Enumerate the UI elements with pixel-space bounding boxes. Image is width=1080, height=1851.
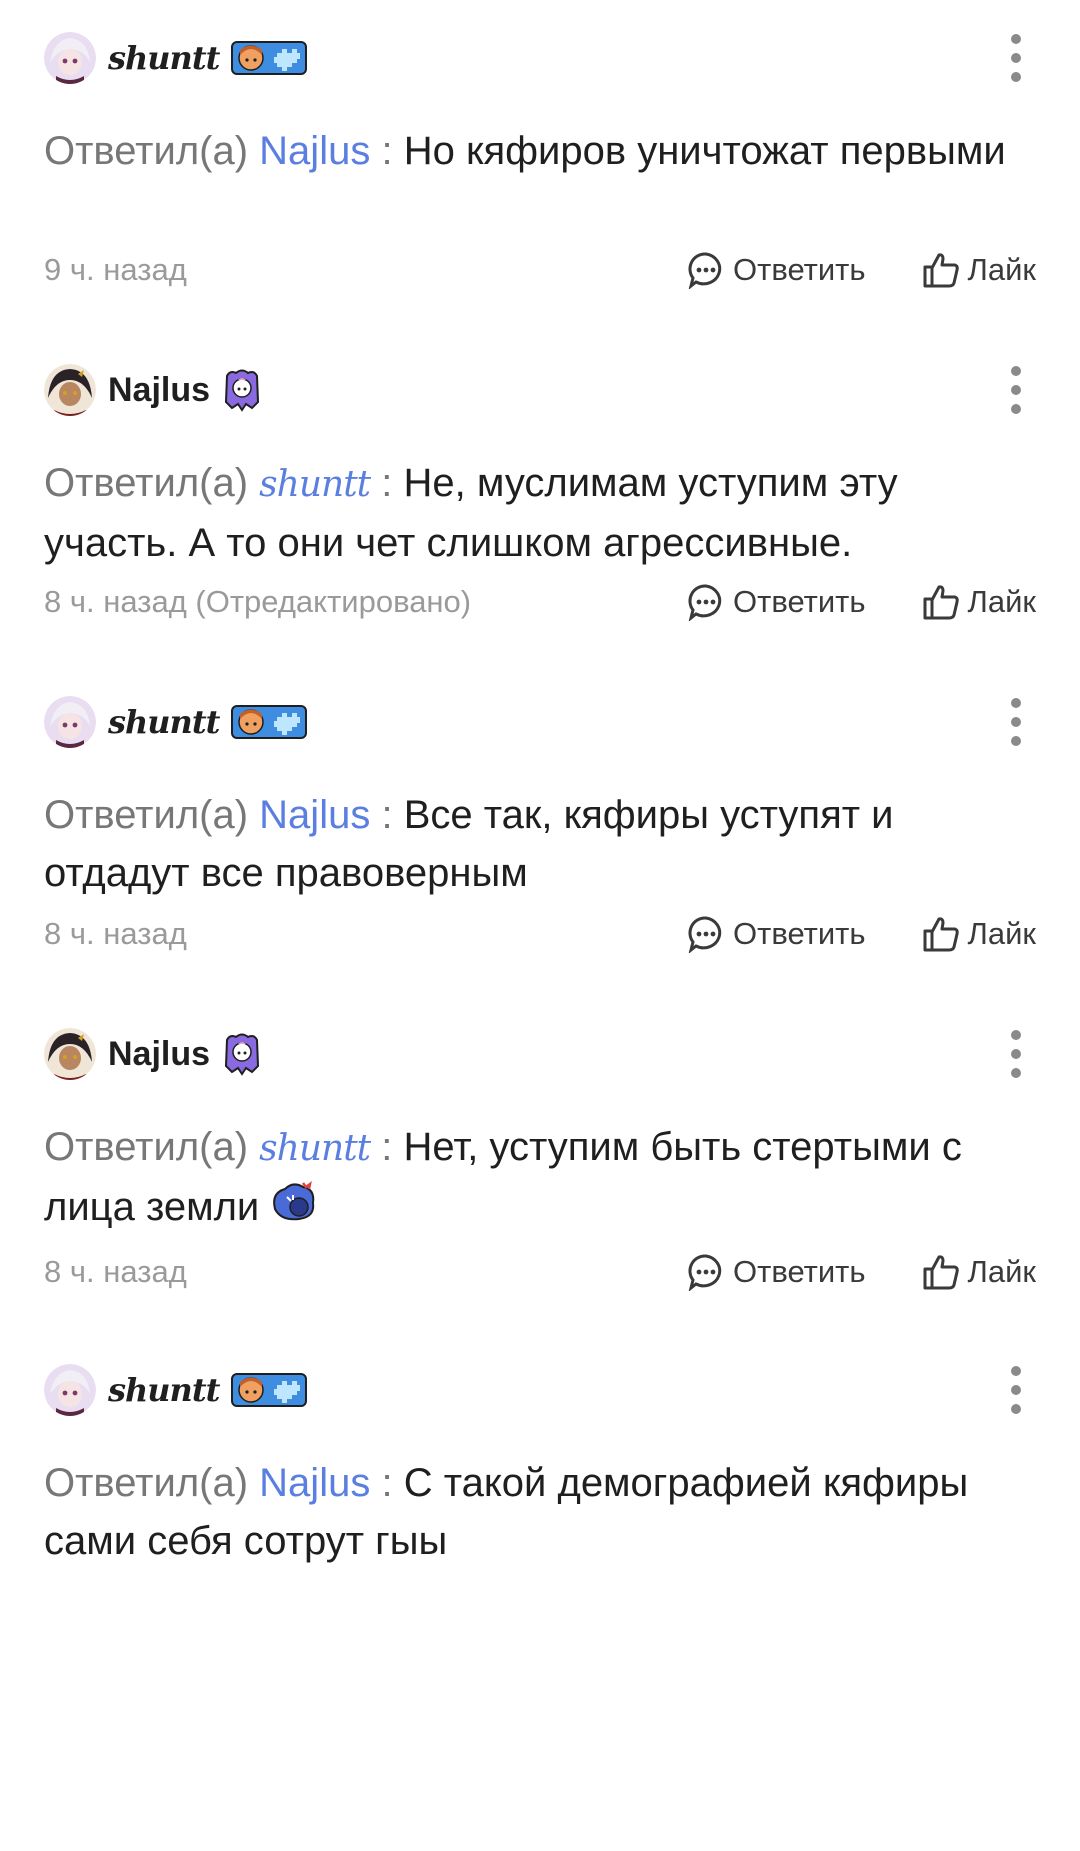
comment-footer: 8 ч. назад Ответить Лайк (44, 1242, 1036, 1302)
like-label: Лайк (967, 252, 1036, 287)
reply-prefix: Ответил(а) (44, 1125, 249, 1169)
like-button[interactable]: Лайк (922, 251, 1036, 289)
separator: : (381, 1461, 393, 1505)
comment-header: Najlus (44, 1024, 262, 1084)
mention-link[interactable]: shuntt (259, 1128, 371, 1169)
speech-bubble-icon (688, 1254, 722, 1291)
timestamp: 9 ч. назад (44, 252, 187, 287)
author-name[interactable]: Najlus (108, 371, 210, 410)
mention-link[interactable]: shuntt (259, 464, 371, 505)
author-name[interactable]: shuntt (108, 1371, 220, 1409)
profile-badge (222, 368, 262, 412)
author-name[interactable]: shuntt (108, 703, 220, 741)
comment-body: Ответил(а) Najlus : С такой демографией … (44, 1454, 1034, 1570)
avatar[interactable] (44, 1028, 96, 1080)
separator: : (381, 1125, 393, 1169)
reply-label: Ответить (733, 252, 866, 287)
avatar[interactable] (44, 696, 96, 748)
comment-text: Но кяфиров уничтожат первыми (403, 129, 1006, 173)
speech-bubble-icon (688, 916, 722, 953)
profile-badge (222, 1032, 262, 1076)
comment-header: shuntt (44, 692, 308, 752)
comment-footer: 8 ч. назад Ответить Лайк (44, 904, 1036, 964)
reply-prefix: Ответил(а) (44, 129, 249, 173)
comment-header: Najlus (44, 360, 262, 420)
timestamp: 8 ч. назад (44, 1254, 187, 1289)
speech-bubble-icon (688, 584, 722, 621)
author-name[interactable]: Najlus (108, 1035, 210, 1074)
comment-body: Ответил(а) shuntt : Не, муслимам уступим… (44, 454, 1034, 572)
like-button[interactable]: Лайк (922, 915, 1036, 953)
like-button[interactable]: Лайк (922, 583, 1036, 621)
reply-label: Ответить (733, 584, 866, 619)
reply-button[interactable]: Ответить (687, 583, 866, 621)
timestamp: 8 ч. назад (44, 916, 187, 951)
thumbs-up-icon (923, 585, 959, 620)
thumbs-up-icon (923, 253, 959, 288)
reply-prefix: Ответил(а) (44, 461, 249, 505)
timestamp: 8 ч. назад (Отредактировано) (44, 584, 472, 619)
more-options-icon[interactable] (996, 1030, 1036, 1078)
comment-body: Ответил(а) Najlus : Все так, кяфиры усту… (44, 786, 1034, 902)
more-options-icon[interactable] (996, 34, 1036, 82)
sticker-emoji-icon (269, 1179, 319, 1239)
comment-body: Ответил(а) shuntt : Нет, уступим быть ст… (44, 1118, 1034, 1239)
profile-badge (231, 1371, 308, 1409)
reply-label: Ответить (733, 1254, 866, 1289)
thumbs-up-icon (923, 1255, 959, 1290)
more-options-icon[interactable] (996, 366, 1036, 414)
more-options-icon[interactable] (996, 698, 1036, 746)
reply-button[interactable]: Ответить (687, 251, 866, 289)
separator: : (381, 461, 393, 505)
like-button[interactable]: Лайк (922, 1253, 1036, 1291)
reply-prefix: Ответил(а) (44, 793, 249, 837)
profile-badge (231, 703, 308, 741)
thumbs-up-icon (923, 917, 959, 952)
like-label: Лайк (967, 1254, 1036, 1289)
avatar[interactable] (44, 32, 96, 84)
mention-link[interactable]: Najlus (259, 1461, 370, 1505)
comment-footer: 8 ч. назад (Отредактировано) Ответить Ла… (44, 572, 1036, 632)
like-label: Лайк (967, 916, 1036, 951)
reply-button[interactable]: Ответить (687, 1253, 866, 1291)
comment-header: shuntt (44, 1360, 308, 1420)
author-name[interactable]: shuntt (108, 39, 220, 77)
speech-bubble-icon (688, 252, 722, 289)
like-label: Лайк (967, 584, 1036, 619)
separator: : (381, 129, 393, 173)
more-options-icon[interactable] (996, 1366, 1036, 1414)
profile-badge (231, 39, 308, 77)
separator: : (381, 793, 393, 837)
avatar[interactable] (44, 364, 96, 416)
reply-label: Ответить (733, 916, 866, 951)
comment-header: shuntt (44, 28, 308, 88)
comment-body: Ответил(а) Najlus : Но кяфиров уничтожат… (44, 122, 1034, 180)
reply-button[interactable]: Ответить (687, 915, 866, 953)
mention-link[interactable]: Najlus (259, 129, 370, 173)
avatar[interactable] (44, 1364, 96, 1416)
reply-prefix: Ответил(а) (44, 1461, 249, 1505)
comment-footer: 9 ч. назад Ответить Лайк (44, 240, 1036, 300)
mention-link[interactable]: Najlus (259, 793, 370, 837)
